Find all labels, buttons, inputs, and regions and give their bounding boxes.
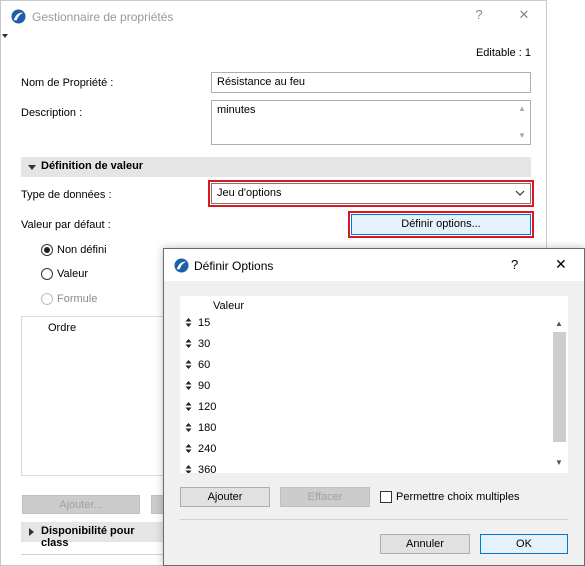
property-name-label: Nom de Propriété : [21,77,114,89]
chevron-down-icon [515,190,525,196]
list-item[interactable]: 60 [180,357,550,378]
data-type-value: Jeu d'options [217,187,282,199]
radio-undefined[interactable] [41,244,53,256]
list-item[interactable]: 120 [180,399,550,420]
archicad-app-icon [174,258,189,273]
option-value: 15 [198,317,211,329]
description-scrollbar[interactable]: ▲ ▼ [515,102,529,143]
description-text: minutes [217,104,256,116]
delete-option-button: Effacer [280,487,370,507]
splitter-arrow-icon[interactable] [2,34,8,38]
scroll-up-icon[interactable]: ▲ [555,320,563,328]
data-type-select[interactable]: Jeu d'options [211,183,531,204]
options-list: Valeur 15 30 60 90 120 180 240 360 ▲ ▼ [180,296,568,473]
description-label: Description : [21,107,83,119]
add-option-button[interactable]: Ajouter [180,487,270,507]
close-icon[interactable]: ✕ [513,7,535,27]
list-item[interactable]: 240 [180,441,550,462]
option-value: 120 [198,401,217,413]
default-value-label: Valeur par défaut : [21,219,111,231]
dialog-titlebar: Définir Options ? ✕ [164,249,584,281]
option-value: 240 [198,443,217,455]
ok-button[interactable]: OK [480,534,568,554]
option-value: 180 [198,422,217,434]
value-definition-section-header[interactable]: Définition de valeur [21,157,531,177]
cancel-button[interactable]: Annuler [380,534,470,554]
dialog-help-icon[interactable]: ? [511,257,518,272]
option-value: 360 [198,464,217,473]
reorder-handle-icon[interactable] [185,360,192,369]
add-option-main-button: Ajouter... [22,495,140,514]
bottom-divider [21,554,163,555]
radio-formula [41,293,53,305]
list-item[interactable]: 360 [180,462,550,473]
radio-undefined-label: Non défini [57,244,107,256]
reorder-handle-icon[interactable] [185,318,192,327]
define-options-button[interactable]: Définir options... [351,214,531,235]
dialog-divider [180,519,568,520]
dialog-title: Définir Options [194,259,274,273]
value-definition-title: Définition de valeur [41,160,144,172]
list-item[interactable]: 15 [180,315,550,336]
expand-triangle-icon [29,528,34,536]
scroll-down-icon[interactable]: ▼ [555,459,563,467]
reorder-handle-icon[interactable] [185,381,192,390]
radio-value-label: Valeur [57,268,88,280]
list-item[interactable]: 30 [180,336,550,357]
help-icon[interactable]: ? [468,7,490,27]
reorder-handle-icon[interactable] [185,465,192,473]
options-list-scrollbar[interactable]: ▲ ▼ [551,316,568,473]
radio-value[interactable] [41,268,53,280]
order-list-panel: Ordre [21,316,166,476]
data-type-label: Type de données : [21,189,112,201]
list-item[interactable]: 180 [180,420,550,441]
reorder-handle-icon[interactable] [185,444,192,453]
radio-formula-label: Formule [57,293,98,305]
editable-count: Editable : 1 [475,47,531,59]
reorder-handle-icon[interactable] [185,402,192,411]
define-options-dialog: Définir Options ? ✕ Valeur 15 30 60 90 120 18… [163,248,585,566]
description-textarea[interactable]: minutes ▲ ▼ [211,100,531,145]
property-name-input[interactable]: Résistance au feu [211,72,531,93]
option-value: 60 [198,359,211,371]
archicad-app-icon [11,9,26,24]
reorder-handle-icon[interactable] [185,339,192,348]
main-titlebar: Gestionnaire de propriétés ? ✕ [1,1,546,32]
scroll-thumb[interactable] [553,332,566,442]
option-value: 30 [198,338,211,350]
dialog-close-icon[interactable]: ✕ [555,256,567,273]
availability-section-header[interactable]: Disponibilité pour class [21,522,165,549]
collapse-triangle-icon [28,165,36,170]
scroll-down-icon[interactable]: ▼ [518,132,526,140]
option-value: 90 [198,380,211,392]
multiple-choice-checkbox[interactable] [380,491,392,503]
reorder-handle-icon[interactable] [185,423,192,432]
order-label: Ordre [48,322,77,334]
multiple-choice-label: Permettre choix multiples [396,491,520,503]
scroll-up-icon[interactable]: ▲ [518,105,526,113]
list-item[interactable]: 90 [180,378,550,399]
main-window-title: Gestionnaire de propriétés [32,10,174,24]
